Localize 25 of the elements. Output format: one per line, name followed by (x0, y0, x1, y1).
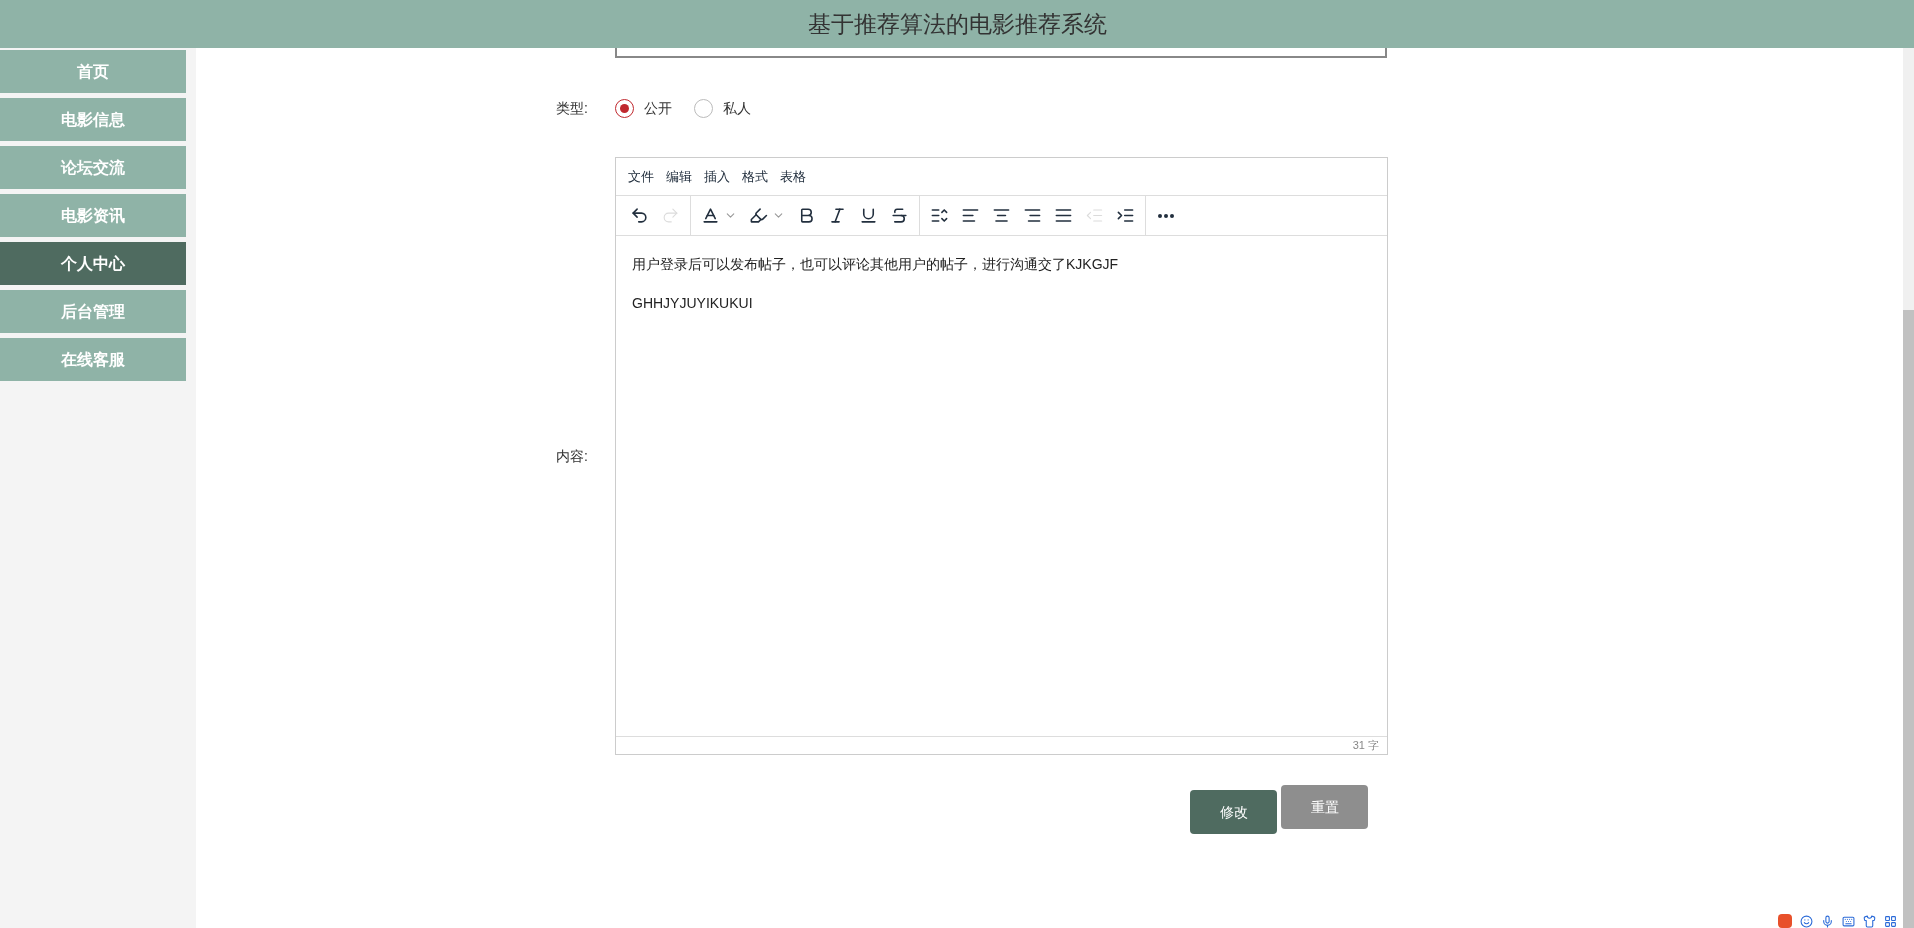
editor-menu-item[interactable]: 表格 (776, 166, 810, 187)
editor-menu-item[interactable]: 文件 (624, 166, 658, 187)
input-field[interactable] (615, 48, 1387, 58)
reset-button[interactable]: 重置 (1281, 785, 1368, 829)
grid-icon (1884, 914, 1897, 928)
field-label: 类型: (556, 99, 589, 118)
editor-menu-item[interactable]: 格式 (738, 166, 772, 187)
shirt-icon (1863, 914, 1876, 928)
radio-option[interactable]: 公开 (615, 98, 672, 119)
paragraph: 用户登录后可以发布帖子，也可以评论其他用户的帖子，进行沟通交了KJKGJF (632, 255, 1119, 274)
more-icon (1158, 213, 1174, 218)
logo-icon (1778, 914, 1792, 928)
editor-menu-item[interactable]: 插入 (700, 166, 734, 187)
radio-option[interactable]: 私人 (694, 98, 751, 119)
word-count: 31 字 (1352, 738, 1379, 754)
paragraph: GHHJYJUYIKUKUI (632, 294, 753, 313)
site-title: 基于推荐算法的电影推荐系统 (807, 9, 1107, 39)
sidebar-item[interactable]: 个人中心 (0, 242, 186, 285)
submit-button[interactable]: 修改 (1190, 790, 1277, 834)
editor-content[interactable]: 用户登录后可以发布帖子，也可以评论其他用户的帖子，进行沟通交了KJKGJF GHHJYJUYIKUKUI (616, 236, 1387, 736)
keyboard-icon (1842, 914, 1855, 928)
smile-icon (1800, 914, 1813, 928)
microphone-icon (1821, 914, 1834, 928)
editor-menu-item[interactable]: 编辑 (662, 166, 696, 187)
field-label: 内容: (556, 446, 589, 466)
